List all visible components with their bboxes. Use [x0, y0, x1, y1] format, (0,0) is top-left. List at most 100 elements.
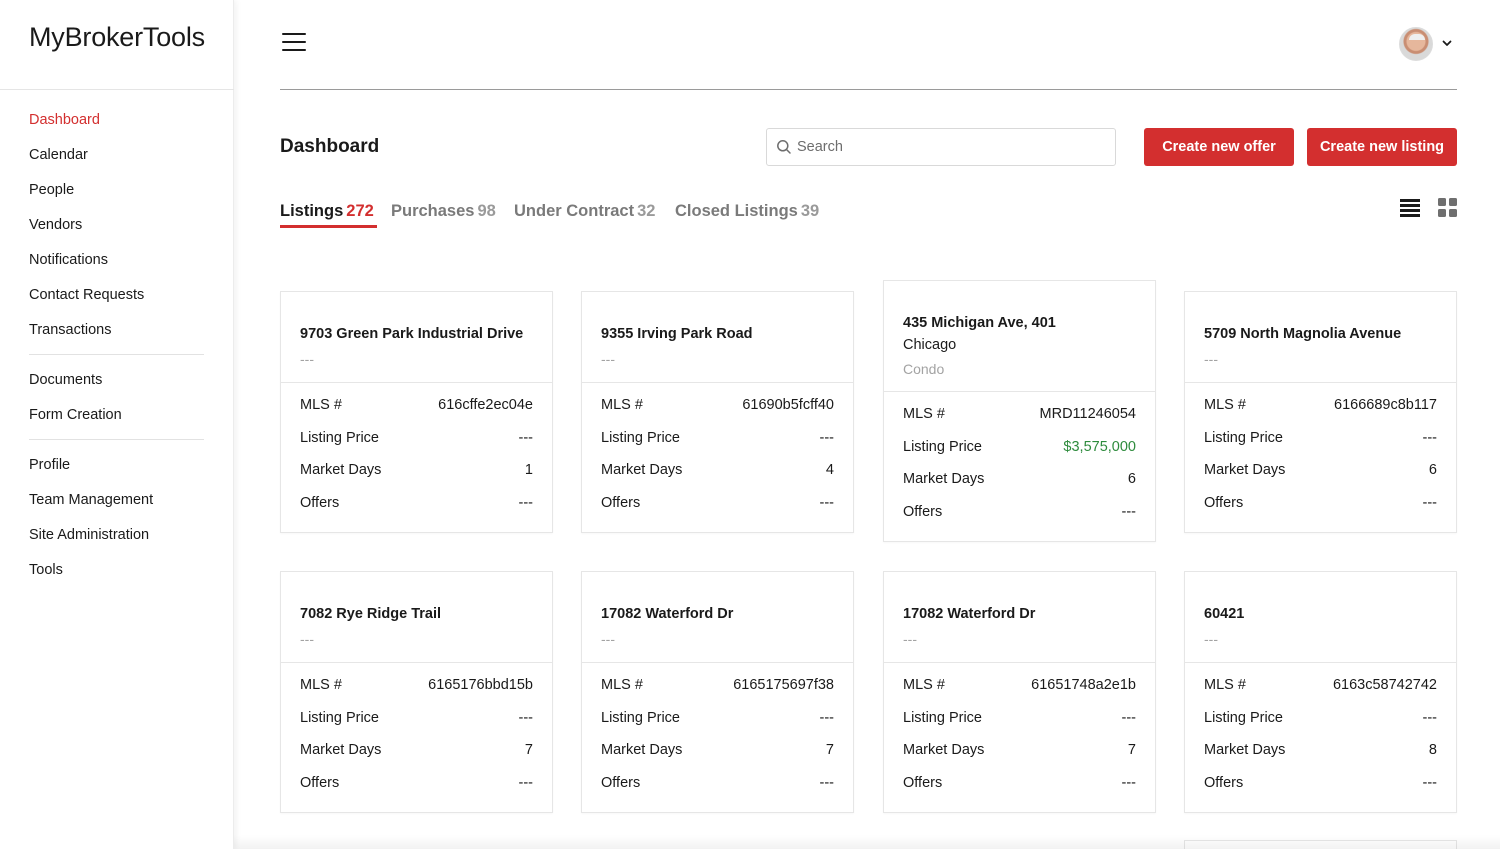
sidebar-item-form-creation[interactable]: Form Creation [29, 406, 122, 424]
offers-label: Offers [903, 775, 943, 791]
tab-listings[interactable]: Listings 272 [280, 202, 374, 221]
grid-view-icon[interactable] [1438, 198, 1457, 217]
sidebar-item-dashboard[interactable]: Dashboard [29, 111, 100, 129]
create-new-listing-button[interactable]: Create new listing [1307, 128, 1457, 166]
listing-card[interactable]: 17082 Waterford Dr --- MLS # 6165175697f3… [581, 571, 854, 813]
sidebar-item-team-management[interactable]: Team Management [29, 491, 153, 509]
days-label: Market Days [300, 462, 382, 478]
app-logo[interactable]: MyBrokerTools [29, 22, 205, 53]
card-header: 7082 Rye Ridge Trail --- [281, 572, 552, 663]
mls-value: 6163c58742742 [1332, 677, 1437, 693]
card-title[interactable]: 9703 Green Park Industrial Drive [300, 326, 523, 342]
search-icon [777, 140, 791, 154]
sidebar-item-contact-requests[interactable]: Contact Requests [29, 286, 144, 304]
card-property-type: --- [601, 631, 615, 647]
offers-label: Offers [601, 495, 641, 511]
card-title[interactable]: 7082 Rye Ridge Trail [300, 606, 441, 622]
tab-count: 32 [637, 202, 656, 220]
days-label: Market Days [300, 742, 382, 758]
listing-card[interactable]: 9703 Green Park Industrial Drive --- MLS… [280, 291, 553, 533]
price-label: Listing Price [1204, 430, 1283, 446]
card-title[interactable]: 17082 Waterford Dr [601, 606, 733, 622]
card-row-mls: MLS # 6163c58742742 [1204, 677, 1437, 697]
card-title[interactable]: 17082 Waterford Dr [903, 606, 1035, 622]
card-header: 60421 --- [1185, 572, 1456, 663]
price-value: --- [819, 430, 835, 446]
chevron-down-icon[interactable] [1441, 37, 1453, 49]
card-row-price: Listing Price --- [1204, 710, 1437, 730]
mls-value: 6165175697f38 [733, 677, 834, 693]
sidebar-item-documents[interactable]: Documents [29, 371, 102, 389]
mls-value: 6166689c8b117 [1334, 397, 1437, 413]
offers-value: --- [518, 495, 534, 511]
card-title[interactable]: 60421 [1204, 606, 1244, 622]
price-value: $3,575,000 [1063, 439, 1136, 455]
card-row-offers: Offers --- [300, 495, 533, 515]
listing-card[interactable]: 9355 Irving Park Road --- MLS # 61690b5fc… [581, 291, 854, 533]
search-box[interactable] [766, 128, 1116, 166]
sidebar-item-transactions[interactable]: Transactions [29, 321, 111, 339]
sidebar-item-site-administration[interactable]: Site Administration [29, 526, 149, 544]
search-input[interactable] [797, 129, 1107, 165]
listing-card[interactable]: 17082 Waterford Dr --- MLS # 61651748a2e1… [883, 571, 1156, 813]
sidebar-item-notifications[interactable]: Notifications [29, 251, 108, 269]
card-city: Chicago [903, 337, 957, 353]
card-property-type: --- [300, 631, 314, 647]
days-label: Market Days [601, 742, 683, 758]
tab-under-contract[interactable]: Under Contract 32 [514, 202, 655, 221]
card-row-mls: MLS # 616cffe2ec04e [300, 397, 533, 417]
card-row-price: Listing Price --- [903, 710, 1136, 730]
sidebar-item-profile[interactable]: Profile [29, 456, 70, 474]
offers-value: --- [819, 495, 835, 511]
listing-card[interactable]: 60421 --- MLS # 6163c58742742 Listing Pri… [1184, 571, 1457, 813]
offers-value: --- [1121, 775, 1137, 791]
card-row-offers: Offers --- [903, 504, 1136, 524]
list-view-icon[interactable] [1400, 199, 1420, 217]
tab-purchases[interactable]: Purchases 98 [391, 202, 496, 221]
card-title[interactable]: 435 Michigan Ave, 401 [903, 315, 1056, 331]
tab-closed-listings[interactable]: Closed Listings 39 [675, 202, 819, 221]
mls-value: MRD11246054 [1039, 406, 1136, 422]
tab-label: Under Contract [514, 202, 635, 220]
sidebar-item-vendors[interactable]: Vendors [29, 216, 82, 234]
card-header: 9703 Green Park Industrial Drive --- [281, 292, 552, 383]
card-row-mls: MLS # 6165176bbd15b [300, 677, 533, 697]
card-row-price: Listing Price --- [300, 710, 533, 730]
card-row-mls: MLS # 6166689c8b117 [1204, 397, 1437, 417]
price-value: --- [518, 430, 534, 446]
card-title[interactable]: 5709 North Magnolia Avenue [1204, 326, 1401, 342]
mls-label: MLS # [601, 397, 643, 413]
days-value: 6 [1127, 471, 1136, 487]
offers-label: Offers [300, 775, 340, 791]
card-row-days: Market Days 8 [1204, 742, 1437, 762]
listing-card[interactable]: 7082 Rye Ridge Trail --- MLS # 6165176bbd… [280, 571, 553, 813]
offers-label: Offers [903, 504, 943, 520]
price-value: --- [518, 710, 534, 726]
price-value: --- [1121, 710, 1137, 726]
days-value: 7 [1127, 742, 1136, 758]
price-label: Listing Price [300, 710, 379, 726]
listing-card[interactable]: 5709 North Magnolia Avenue --- MLS # 6166… [1184, 291, 1457, 533]
card-row-days: Market Days 7 [300, 742, 533, 762]
sidebar-item-tools[interactable]: Tools [29, 561, 63, 579]
price-label: Listing Price [1204, 710, 1283, 726]
card-header: 435 Michigan Ave, 401 Chicago Condo [884, 281, 1155, 392]
price-label: Listing Price [903, 439, 982, 455]
days-label: Market Days [1204, 462, 1286, 478]
card-header: 17082 Waterford Dr --- [884, 572, 1155, 663]
user-avatar[interactable] [1399, 27, 1433, 61]
sidebar-item-calendar[interactable]: Calendar [29, 146, 88, 164]
create-new-offer-button[interactable]: Create new offer [1144, 128, 1294, 166]
days-value: 7 [825, 742, 834, 758]
tab-count: 98 [477, 202, 496, 220]
sidebar-item-people[interactable]: People [29, 181, 74, 199]
card-title[interactable]: 9355 Irving Park Road [601, 326, 753, 342]
listing-card[interactable]: 435 Michigan Ave, 401 Chicago Condo MLS … [883, 280, 1156, 542]
card-row-mls: MLS # 6165175697f38 [601, 677, 834, 697]
card-row-days: Market Days 4 [601, 462, 834, 482]
card-property-type: --- [903, 631, 917, 647]
hamburger-menu-icon[interactable] [282, 33, 306, 52]
days-label: Market Days [903, 471, 985, 487]
sidebar-divider [29, 439, 204, 440]
days-value: 6 [1428, 462, 1437, 478]
